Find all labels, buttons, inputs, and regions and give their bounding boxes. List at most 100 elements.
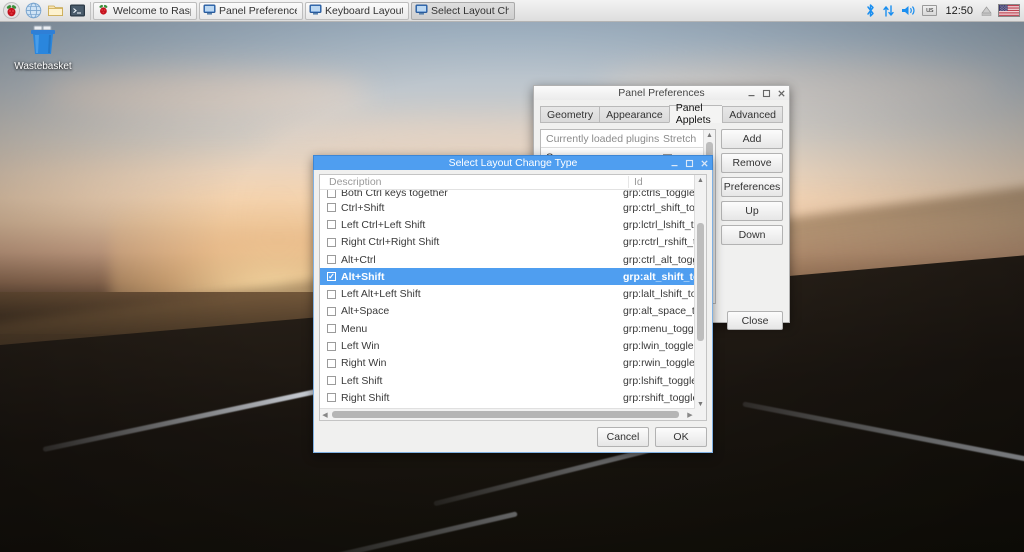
list-horizontal-scrollbar[interactable]: ◀ ▶ bbox=[320, 408, 695, 420]
add-button[interactable]: Add bbox=[721, 129, 783, 149]
row-checkbox[interactable] bbox=[327, 393, 336, 402]
row-id: grp:alt_space_tog bbox=[618, 305, 695, 317]
down-button[interactable]: Down bbox=[721, 225, 783, 245]
row-checkbox[interactable] bbox=[327, 238, 336, 247]
table-row[interactable]: Right Ctrl+Right Shift grp:rctrl_rshift_… bbox=[320, 234, 695, 251]
row-checkbox[interactable] bbox=[327, 203, 336, 212]
table-row[interactable]: Left Ctrl+Left Shift grp:lctrl_lshift_to bbox=[320, 216, 695, 233]
loaded-plugins-header: Currently loaded plugins Stretch bbox=[541, 130, 715, 148]
maximize-icon[interactable] bbox=[762, 89, 771, 98]
us-flag-icon[interactable] bbox=[998, 4, 1020, 17]
row-checkbox[interactable] bbox=[327, 342, 336, 351]
table-row[interactable]: Ctrl+Shift grp:ctrl_shift_tog bbox=[320, 199, 695, 216]
row-checkbox[interactable] bbox=[327, 376, 336, 385]
close-button[interactable]: Close bbox=[727, 311, 783, 330]
row-description: Left Shift bbox=[341, 375, 382, 387]
table-row[interactable]: Right Shift grp:rshift_toggle bbox=[320, 389, 695, 406]
tab-label: Panel Applets bbox=[676, 102, 717, 126]
row-checkbox[interactable] bbox=[327, 359, 336, 368]
bluetooth-icon[interactable] bbox=[865, 0, 876, 22]
eject-icon[interactable] bbox=[981, 0, 992, 22]
taskbar-window-label: Panel Preferences bbox=[219, 5, 297, 17]
table-row[interactable]: Alt+Space grp:alt_space_tog bbox=[320, 303, 695, 320]
taskbar-window-label: Keyboard Layout Han... bbox=[325, 5, 403, 17]
layout-dialog-body: Description Id Both Ctrl keys together g… bbox=[313, 170, 713, 453]
keyboard-layout-indicator[interactable]: us bbox=[922, 5, 937, 16]
minimize-icon[interactable] bbox=[670, 159, 679, 168]
table-row[interactable]: Right Win grp:rwin_toggle bbox=[320, 355, 695, 372]
column-header-plugins: Currently loaded plugins bbox=[541, 133, 663, 145]
scrollbar-thumb-vertical[interactable] bbox=[697, 223, 704, 341]
cancel-button[interactable]: Cancel bbox=[597, 427, 649, 447]
scroll-up-icon[interactable]: ▲ bbox=[695, 175, 706, 185]
scroll-down-icon[interactable]: ▼ bbox=[695, 399, 706, 409]
file-manager-icon[interactable] bbox=[44, 0, 66, 22]
table-row[interactable]: Left Alt+Left Shift grp:lalt_lshift_tog bbox=[320, 285, 695, 302]
row-description: Both Ctrl keys together bbox=[341, 190, 448, 199]
taskbar[interactable]: Welcome to Raspberr... Panel Preferences… bbox=[0, 0, 1024, 22]
tab-label: Appearance bbox=[606, 109, 663, 121]
row-description: Left Ctrl+Left Shift bbox=[341, 219, 425, 231]
select-layout-change-type-dialog[interactable]: Select Layout Change Type Description Id… bbox=[313, 155, 713, 453]
table-row[interactable]: Left Win grp:lwin_toggle bbox=[320, 337, 695, 354]
scroll-left-icon[interactable]: ◀ bbox=[320, 411, 330, 419]
row-description: Menu bbox=[341, 323, 367, 335]
scroll-up-icon[interactable]: ▲ bbox=[704, 130, 715, 140]
scrollbar-thumb-horizontal[interactable] bbox=[332, 411, 679, 418]
remove-button[interactable]: Remove bbox=[721, 153, 783, 173]
close-icon[interactable] bbox=[700, 159, 709, 168]
maximize-icon[interactable] bbox=[685, 159, 694, 168]
list-viewport[interactable]: Both Ctrl keys together grp:ctrls_toggle… bbox=[320, 190, 695, 409]
row-description: Right Shift bbox=[341, 392, 389, 404]
row-description: Ctrl+Shift bbox=[341, 202, 384, 214]
row-id: grp:lshift_toggle bbox=[618, 375, 695, 387]
table-row[interactable]: Menu grp:menu_toggle bbox=[320, 320, 695, 337]
panel-preferences-tabs[interactable]: Geometry Appearance Panel Applets Advanc… bbox=[540, 105, 783, 123]
terminal-icon[interactable] bbox=[66, 0, 88, 22]
row-description: Alt+Ctrl bbox=[341, 254, 376, 266]
row-description: Right Win bbox=[341, 357, 387, 369]
row-id: grp:rwin_toggle bbox=[618, 357, 695, 369]
wastebasket-icon bbox=[26, 47, 60, 59]
layout-dialog-titlebar[interactable]: Select Layout Change Type bbox=[313, 155, 713, 170]
ok-button[interactable]: OK bbox=[655, 427, 707, 447]
network-updown-icon[interactable] bbox=[882, 0, 895, 22]
table-row-selected[interactable]: ✓Alt+Shift grp:alt_shift_tog bbox=[320, 268, 695, 285]
table-row[interactable]: Alt+Ctrl grp:ctrl_alt_toggl bbox=[320, 251, 695, 268]
close-icon[interactable] bbox=[777, 89, 786, 98]
taskbar-window-select-layout-change[interactable]: Select Layout Change... bbox=[411, 2, 515, 20]
web-browser-icon[interactable] bbox=[22, 0, 44, 22]
list-vertical-scrollbar[interactable]: ▲ ▼ bbox=[694, 175, 706, 420]
tab-advanced[interactable]: Advanced bbox=[722, 106, 783, 122]
table-row[interactable]: Both Ctrl keys together grp:ctrls_toggle bbox=[320, 190, 695, 199]
scroll-right-icon[interactable]: ▶ bbox=[685, 411, 695, 419]
tab-appearance[interactable]: Appearance bbox=[599, 106, 669, 122]
row-checkbox[interactable] bbox=[327, 307, 336, 316]
hscroll-track[interactable] bbox=[330, 409, 685, 420]
row-checkbox[interactable] bbox=[327, 220, 336, 229]
taskbar-window-keyboard-layout[interactable]: Keyboard Layout Han... bbox=[305, 2, 409, 20]
minimize-icon[interactable] bbox=[747, 89, 756, 98]
raspberry-icon bbox=[97, 3, 110, 19]
table-row[interactable]: Left Shift grp:lshift_toggle bbox=[320, 372, 695, 389]
panel-preferences-titlebar[interactable]: Panel Preferences bbox=[533, 85, 790, 100]
column-header-description: Description bbox=[320, 176, 629, 188]
row-checkbox[interactable] bbox=[327, 324, 336, 333]
system-tray[interactable]: us 12:50 bbox=[865, 0, 1024, 22]
row-checkbox[interactable] bbox=[327, 190, 336, 198]
layout-change-type-list[interactable]: Description Id Both Ctrl keys together g… bbox=[319, 174, 707, 421]
tab-geometry[interactable]: Geometry bbox=[540, 106, 599, 122]
taskbar-window-welcome[interactable]: Welcome to Raspberr... bbox=[93, 2, 197, 20]
preferences-button[interactable]: Preferences bbox=[721, 177, 783, 197]
clock[interactable]: 12:50 bbox=[943, 5, 975, 17]
row-checkbox[interactable] bbox=[327, 290, 336, 299]
raspberry-menu-icon[interactable] bbox=[0, 0, 22, 22]
row-checkbox-checked[interactable]: ✓ bbox=[327, 272, 336, 281]
desktop-icon-wastebasket[interactable]: Wastebasket bbox=[12, 24, 74, 72]
row-description: Left Alt+Left Shift bbox=[341, 288, 421, 300]
taskbar-window-panel-preferences[interactable]: Panel Preferences bbox=[199, 2, 303, 20]
up-button[interactable]: Up bbox=[721, 201, 783, 221]
tab-panel-applets[interactable]: Panel Applets bbox=[669, 105, 723, 123]
row-checkbox[interactable] bbox=[327, 255, 336, 264]
volume-icon[interactable] bbox=[901, 0, 916, 22]
